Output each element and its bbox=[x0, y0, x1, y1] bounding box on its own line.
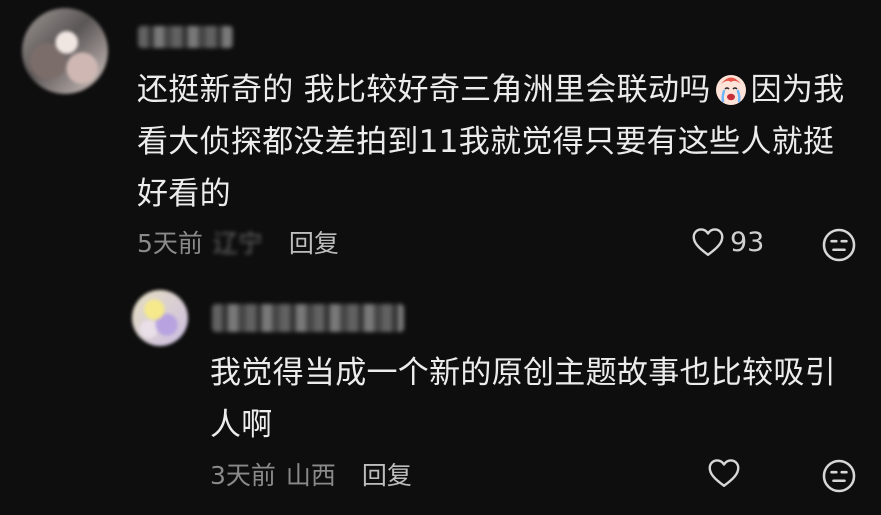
reply-button[interactable]: 回复 bbox=[362, 456, 412, 492]
like-button[interactable] bbox=[706, 455, 742, 491]
heart-outline-icon bbox=[692, 228, 724, 256]
neutral-face-icon bbox=[822, 459, 856, 493]
comment-meta: 5天前 辽宁 回复 bbox=[137, 224, 339, 260]
reaction-button[interactable] bbox=[820, 226, 858, 268]
reply-button[interactable]: 回复 bbox=[289, 224, 339, 260]
like-group bbox=[706, 455, 742, 491]
reaction-button[interactable] bbox=[820, 457, 858, 499]
comment-time: 3天前 bbox=[210, 461, 276, 490]
comment-location: 山西 bbox=[285, 461, 336, 490]
username-blurred[interactable] bbox=[212, 304, 404, 332]
comment-time: 5天前 bbox=[137, 229, 203, 258]
username-blurred[interactable] bbox=[138, 26, 233, 48]
comment-text-line: 看大侦探都没差拍到11我就觉得只要有这些人就挺 bbox=[137, 124, 835, 160]
comment-text-line: 还挺新奇的 我比较好奇三角洲里会联动吗 bbox=[137, 72, 711, 108]
comment-location: 辽宁 bbox=[212, 229, 263, 258]
like-count: 93 bbox=[730, 226, 765, 258]
comment-text-line: 我觉得当成一个新的原创主题故事也比较吸引 bbox=[210, 355, 836, 391]
neutral-face-icon bbox=[822, 228, 856, 262]
heart-outline-icon bbox=[708, 459, 740, 487]
avatar[interactable] bbox=[22, 8, 108, 94]
crying-face-emoji bbox=[715, 75, 746, 105]
like-button[interactable]: 93 bbox=[690, 224, 764, 260]
comment-text-line: 因为我 bbox=[750, 72, 845, 108]
comment-text-line: 人啊 bbox=[210, 407, 273, 443]
comment-text: 还挺新奇的 我比较好奇三角洲里会联动吗 因为我 看大侦探都没差拍到11我就觉得只… bbox=[137, 64, 867, 220]
comment-text-line: 好看的 bbox=[137, 176, 231, 212]
comment-text: 我觉得当成一个新的原创主题故事也比较吸引 人啊 bbox=[210, 347, 860, 451]
like-group: 93 bbox=[690, 224, 764, 260]
avatar[interactable] bbox=[132, 290, 188, 346]
comment-meta: 3天前 山西 回复 bbox=[210, 456, 412, 492]
